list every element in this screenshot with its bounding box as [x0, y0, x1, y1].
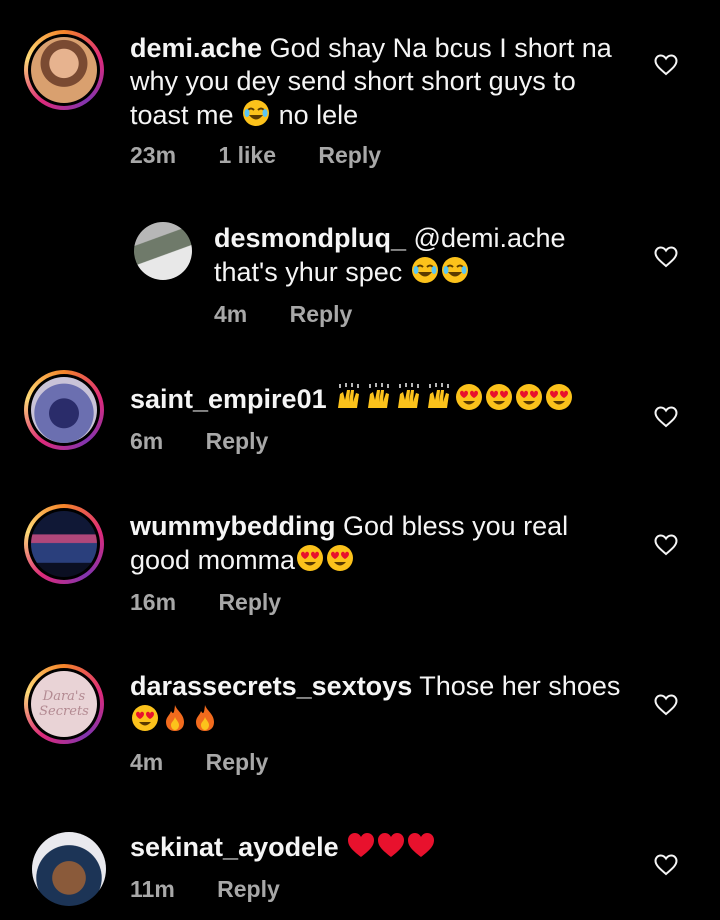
comment-username[interactable]: sekinat_ayodele [130, 832, 339, 862]
laughing-emoji-icon [411, 257, 438, 283]
comment-username[interactable]: desmondpluq_ [214, 223, 406, 253]
heart-eyes-emoji-icon [486, 384, 513, 410]
reply-button[interactable]: Reply [206, 428, 269, 454]
comment-time: 6m [130, 428, 164, 454]
comment-emojis [334, 383, 574, 414]
fire-emoji-icon [166, 705, 184, 731]
red-heart-emoji-icon [408, 833, 435, 857]
comment-text: sekinat_ayodele [130, 830, 630, 864]
heart-icon[interactable] [654, 854, 678, 876]
laughing-emoji-icon [243, 100, 270, 126]
comment-text: wummybedding God bless you real good mom… [130, 510, 630, 577]
comment-username[interactable]: saint_empire01 [130, 384, 327, 414]
comment-body-end: no lele [278, 100, 359, 130]
reply-button[interactable]: Reply [218, 589, 281, 615]
comment-time: 4m [130, 749, 164, 775]
comment-time: 11m [130, 876, 175, 902]
comment-meta: 4m Reply [214, 301, 388, 328]
comment-time: 4m [214, 301, 248, 327]
comment-time: 23m [130, 142, 177, 168]
avatar[interactable] [134, 222, 192, 280]
avatar-logo-text: Dara's Secrets [39, 689, 89, 719]
red-heart-emoji-icon [348, 833, 375, 857]
heart-icon[interactable] [654, 534, 678, 556]
comment-meta: 16m Reply [130, 589, 317, 616]
avatar[interactable] [24, 370, 104, 450]
heart-icon[interactable] [654, 246, 678, 268]
heart-eyes-emoji-icon [297, 545, 324, 571]
comment-likes[interactable]: 1 like [218, 142, 276, 168]
raising-hands-emoji-icon [398, 383, 420, 408]
avatar[interactable]: Dara's Secrets [24, 664, 104, 744]
comment-meta: 6m Reply [130, 428, 304, 455]
reply-button[interactable]: Reply [206, 749, 269, 775]
comment-text: demi.ache God shay Na bcus I short na wh… [130, 32, 630, 132]
avatar[interactable] [32, 832, 106, 906]
raising-hands-emoji-icon [428, 383, 450, 408]
raising-hands-emoji-icon [338, 383, 360, 408]
reply-button[interactable]: Reply [290, 301, 353, 327]
heart-eyes-emoji-icon [516, 384, 543, 410]
comment-username[interactable]: darassecrets_sextoys [130, 671, 412, 701]
heart-eyes-emoji-icon [546, 384, 573, 410]
heart-icon[interactable] [654, 54, 678, 76]
fire-emoji-icon [196, 705, 214, 731]
heart-eyes-emoji-icon [327, 545, 354, 571]
avatar[interactable] [24, 30, 104, 110]
comment-username[interactable]: demi.ache [130, 33, 262, 63]
comment-text: darassecrets_sextoys Those her shoes [130, 670, 650, 737]
comment-meta: 11m Reply [130, 876, 316, 903]
heart-icon[interactable] [654, 406, 678, 428]
comment-meta: 23m 1 like Reply [130, 142, 417, 169]
avatar[interactable] [24, 504, 104, 584]
heart-icon[interactable] [654, 694, 678, 716]
heart-eyes-emoji-icon [456, 384, 483, 410]
heart-eyes-emoji-icon [132, 705, 158, 731]
red-heart-emoji-icon [378, 833, 405, 857]
comment-meta: 4m Reply [130, 749, 304, 776]
raising-hands-emoji-icon [368, 383, 390, 408]
laughing-emoji-icon [441, 257, 468, 283]
comment-body: Those her shoes [419, 671, 621, 701]
reply-button[interactable]: Reply [318, 142, 381, 168]
reply-button[interactable]: Reply [217, 876, 280, 902]
comment-time: 16m [130, 589, 177, 615]
comment-username[interactable]: wummybedding [130, 511, 336, 541]
comment-text: desmondpluq_ @demi.ache that's yhur spec [214, 222, 614, 289]
comment-text: saint_empire01 [130, 382, 650, 416]
